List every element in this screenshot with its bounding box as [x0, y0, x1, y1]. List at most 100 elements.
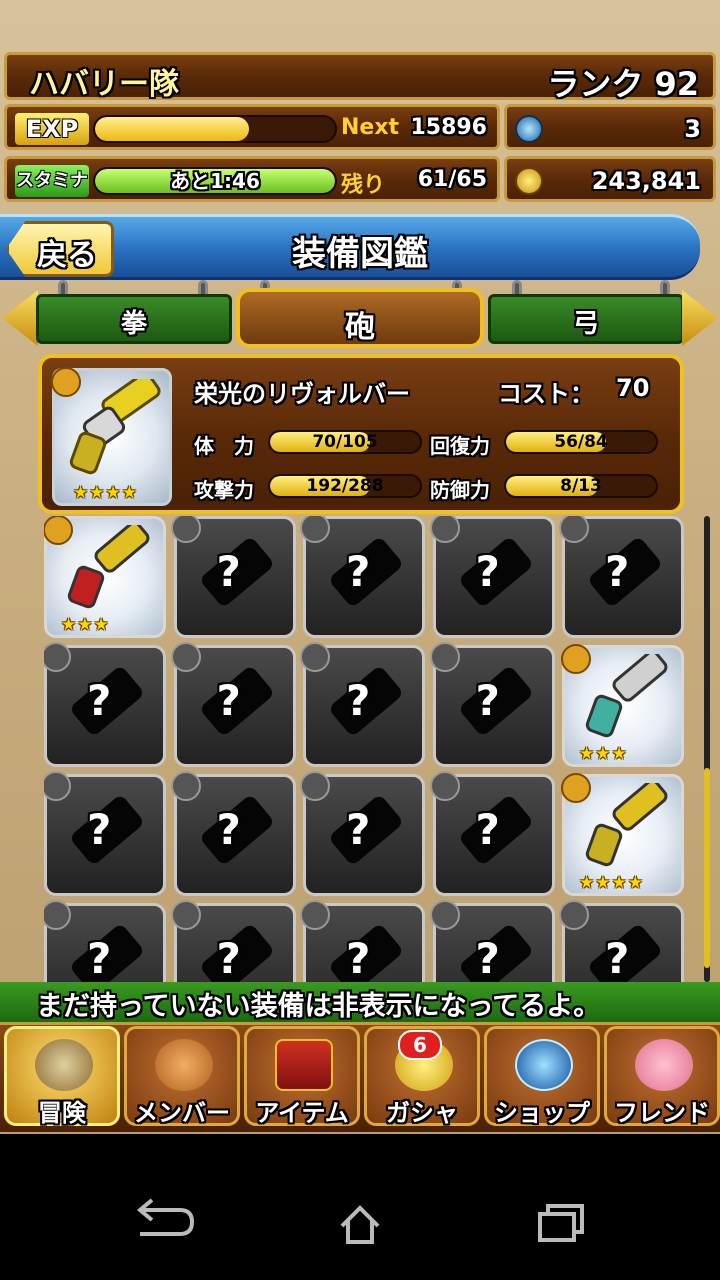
gun-icon — [585, 783, 668, 867]
tab-bow[interactable]: 弓 — [488, 294, 684, 344]
nav-label: ガシャ — [386, 1099, 458, 1127]
recent-apps-icon[interactable] — [538, 1204, 584, 1242]
chain-link-icon — [44, 771, 71, 801]
exp-bar — [93, 115, 337, 143]
tab-fist[interactable]: 拳 — [36, 294, 232, 344]
unknown-mark: ? — [216, 676, 241, 725]
chain-link-icon — [300, 516, 330, 543]
revolver-gun-icon — [69, 379, 161, 475]
nav-friends[interactable]: フレンド — [604, 1026, 720, 1127]
unknown-mark: ? — [346, 805, 371, 854]
chain-link-icon — [300, 771, 330, 801]
owned-equipment-cell[interactable]: ★★★ — [44, 516, 166, 638]
chain-link-icon — [559, 516, 589, 543]
tab-label: 弓 — [572, 309, 599, 339]
unknown-mark: ? — [475, 547, 500, 596]
locked-equipment-cell[interactable]: ? — [300, 900, 425, 982]
player-rank: ランク 92 — [547, 65, 699, 103]
locked-equipment-cell[interactable]: ? — [300, 642, 425, 767]
locked-equipment-cell[interactable]: ? — [429, 900, 555, 982]
tab-cannon[interactable]: 砲 — [236, 288, 484, 348]
team-name: ハバリー隊 — [29, 67, 179, 102]
attack-label: 攻撃力 — [194, 478, 254, 502]
locked-equipment-cell[interactable]: ? — [170, 516, 296, 638]
stamina-value: 61/65 — [417, 167, 487, 192]
locked-equipment-cell[interactable]: ? — [170, 900, 296, 982]
tab-label: 拳 — [120, 309, 147, 339]
locked-equipment-cell[interactable]: ? — [559, 900, 684, 982]
tab-label: 砲 — [345, 310, 375, 345]
owned-equipment-cell[interactable]: ★★★ — [561, 644, 684, 767]
locked-equipment-cell[interactable]: ? — [300, 516, 425, 638]
defense-bar: 8/13 — [504, 474, 658, 498]
cost-label: コスト： — [498, 380, 594, 408]
rarity-stars: ★★★ — [579, 744, 628, 764]
unknown-mark: ? — [87, 676, 112, 725]
stamina-bar: あと1:46 — [93, 167, 337, 195]
chain-link-icon — [300, 900, 330, 930]
attack-value: 192/288 — [306, 476, 384, 496]
chain-link-icon — [429, 642, 460, 672]
exp-row: EXP Next 15896 — [4, 104, 500, 150]
locked-equipment-cell[interactable]: ? — [170, 642, 296, 767]
treasure-chest-icon — [275, 1039, 333, 1091]
locked-equipment-cell[interactable]: ? — [44, 642, 166, 767]
owned-equipment-cell[interactable]: ★★★★ — [561, 773, 684, 896]
locked-equipment-cell[interactable]: ? — [429, 771, 555, 896]
crystal-orb-icon — [515, 1039, 573, 1091]
unknown-mark: ? — [87, 805, 112, 854]
locked-equipment-cell[interactable]: ? — [44, 771, 166, 896]
exp-next-label: Next — [341, 115, 400, 140]
arrow-right-icon[interactable] — [682, 290, 718, 346]
coin-count: 243,841 — [591, 167, 701, 195]
hp-bar: 70/105 — [268, 430, 422, 454]
locked-equipment-cell[interactable]: ? — [429, 642, 555, 767]
chain-link-icon — [44, 642, 71, 672]
locked-equipment-cell[interactable]: ? — [44, 900, 166, 982]
unknown-mark: ? — [605, 547, 630, 596]
nav-shop[interactable]: ショップ — [484, 1026, 600, 1127]
unknown-mark: ? — [346, 676, 371, 725]
locked-equipment-cell[interactable]: ? — [300, 771, 425, 896]
gem-counter: 3 — [504, 104, 716, 150]
coin-counter: 243,841 — [504, 156, 716, 202]
nav-members[interactable]: メンバー — [124, 1026, 240, 1127]
unknown-mark: ? — [216, 934, 241, 982]
locked-equipment-cell[interactable]: ? — [429, 516, 555, 638]
nav-items[interactable]: アイテム — [244, 1026, 360, 1127]
chain-link-icon — [44, 900, 71, 930]
rarity-stars: ★★★ — [61, 615, 110, 635]
locked-equipment-cell[interactable]: ? — [559, 516, 684, 638]
paw-icon — [155, 1039, 213, 1091]
nav-label: アイテム — [255, 1099, 349, 1127]
page-title: 装備図鑑 — [292, 234, 428, 274]
rarity-stars: ★★★★ — [73, 483, 138, 503]
equipment-grid[interactable]: ★★★???????? ★★★???? ★★★★????? — [44, 516, 692, 982]
chain-link-icon — [429, 900, 460, 930]
unknown-mark: ? — [475, 676, 500, 725]
arrow-left-icon[interactable] — [2, 290, 38, 346]
recovery-label: 回復力 — [430, 434, 490, 458]
scrollbar-thumb[interactable] — [704, 768, 710, 968]
back-arrow-icon[interactable] — [136, 1198, 195, 1236]
hp-label: 体 力 — [194, 434, 254, 458]
gun-icon — [585, 654, 668, 738]
gem-count: 3 — [684, 115, 701, 143]
defense-label: 防御力 — [430, 478, 490, 502]
exp-next-value: 15896 — [410, 115, 487, 140]
locked-equipment-cell[interactable]: ? — [170, 771, 296, 896]
chain-link-icon — [170, 642, 201, 672]
unknown-mark: ? — [475, 805, 500, 854]
stamina-label: スタミナ — [15, 165, 89, 197]
friends-icon — [635, 1039, 693, 1091]
nav-label: ショップ — [494, 1099, 590, 1127]
home-icon[interactable] — [340, 1205, 380, 1244]
chain-link-icon — [559, 900, 589, 930]
unknown-mark: ? — [475, 934, 500, 982]
app-screen: ハバリー隊 ランク 92 EXP Next 15896 スタミナ あと1:46 … — [0, 0, 720, 1280]
nav-adventure[interactable]: 冒険 — [4, 1026, 120, 1127]
recovery-value: 56/84 — [554, 432, 608, 452]
recovery-bar: 56/84 — [504, 430, 658, 454]
unknown-mark: ? — [216, 547, 241, 596]
exp-bar-fill — [95, 117, 249, 141]
